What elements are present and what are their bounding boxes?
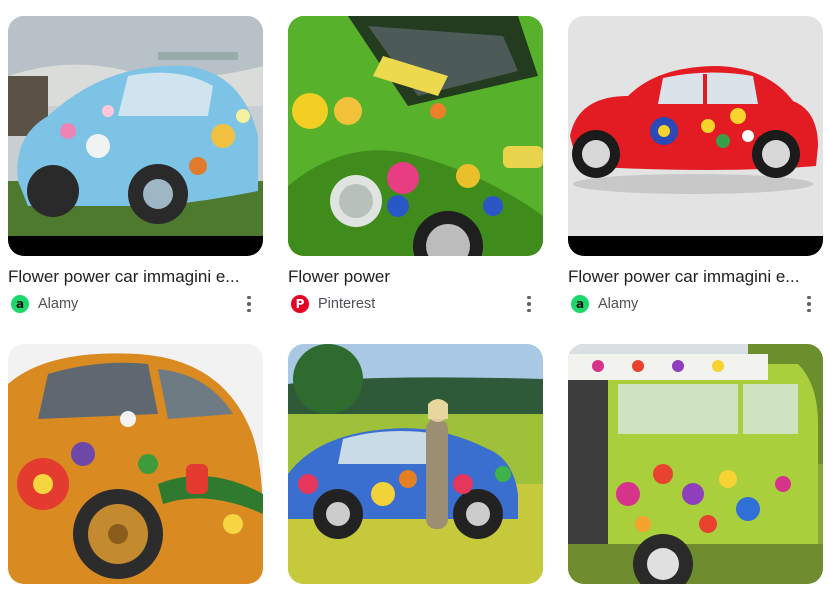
result-title[interactable]: Flower power: [288, 266, 538, 288]
result-source-name[interactable]: Pinterest: [318, 296, 375, 312]
result-source-name[interactable]: Alamy: [38, 296, 78, 312]
result-card-4[interactable]: [8, 344, 263, 584]
result-card-5[interactable]: [288, 344, 543, 584]
result-card-3[interactable]: Flower power car immagini e... a Alamy: [568, 16, 823, 314]
result-card-2[interactable]: Flower power P Pinterest: [288, 16, 543, 314]
more-options-icon[interactable]: [801, 294, 817, 314]
result-source-row: a Alamy: [568, 294, 823, 314]
result-title[interactable]: Flower power car immagini e...: [568, 266, 818, 288]
result-source-row: P Pinterest: [288, 294, 543, 314]
alamy-icon: a: [571, 295, 589, 313]
result-image-orange-beetle[interactable]: [8, 344, 263, 584]
result-image-green-beetle[interactable]: [288, 16, 543, 256]
result-source-name[interactable]: Alamy: [598, 296, 638, 312]
image-results-grid: Flower power car immagini e... a Alamy F…: [0, 0, 829, 596]
result-image-woman-rainbow-beetle[interactable]: [288, 344, 543, 584]
more-options-icon[interactable]: [241, 294, 257, 314]
result-title[interactable]: Flower power car immagini e...: [8, 266, 258, 288]
result-card-6[interactable]: [568, 344, 823, 584]
result-image-lime-vw-bus[interactable]: [568, 344, 823, 584]
alamy-icon: a: [11, 295, 29, 313]
pinterest-icon: P: [291, 295, 309, 313]
more-options-icon[interactable]: [521, 294, 537, 314]
result-source-row: a Alamy: [8, 294, 263, 314]
result-image-light-blue-beetle[interactable]: [8, 16, 263, 256]
result-image-red-beetle[interactable]: [568, 16, 823, 256]
result-card-1[interactable]: Flower power car immagini e... a Alamy: [8, 16, 263, 314]
